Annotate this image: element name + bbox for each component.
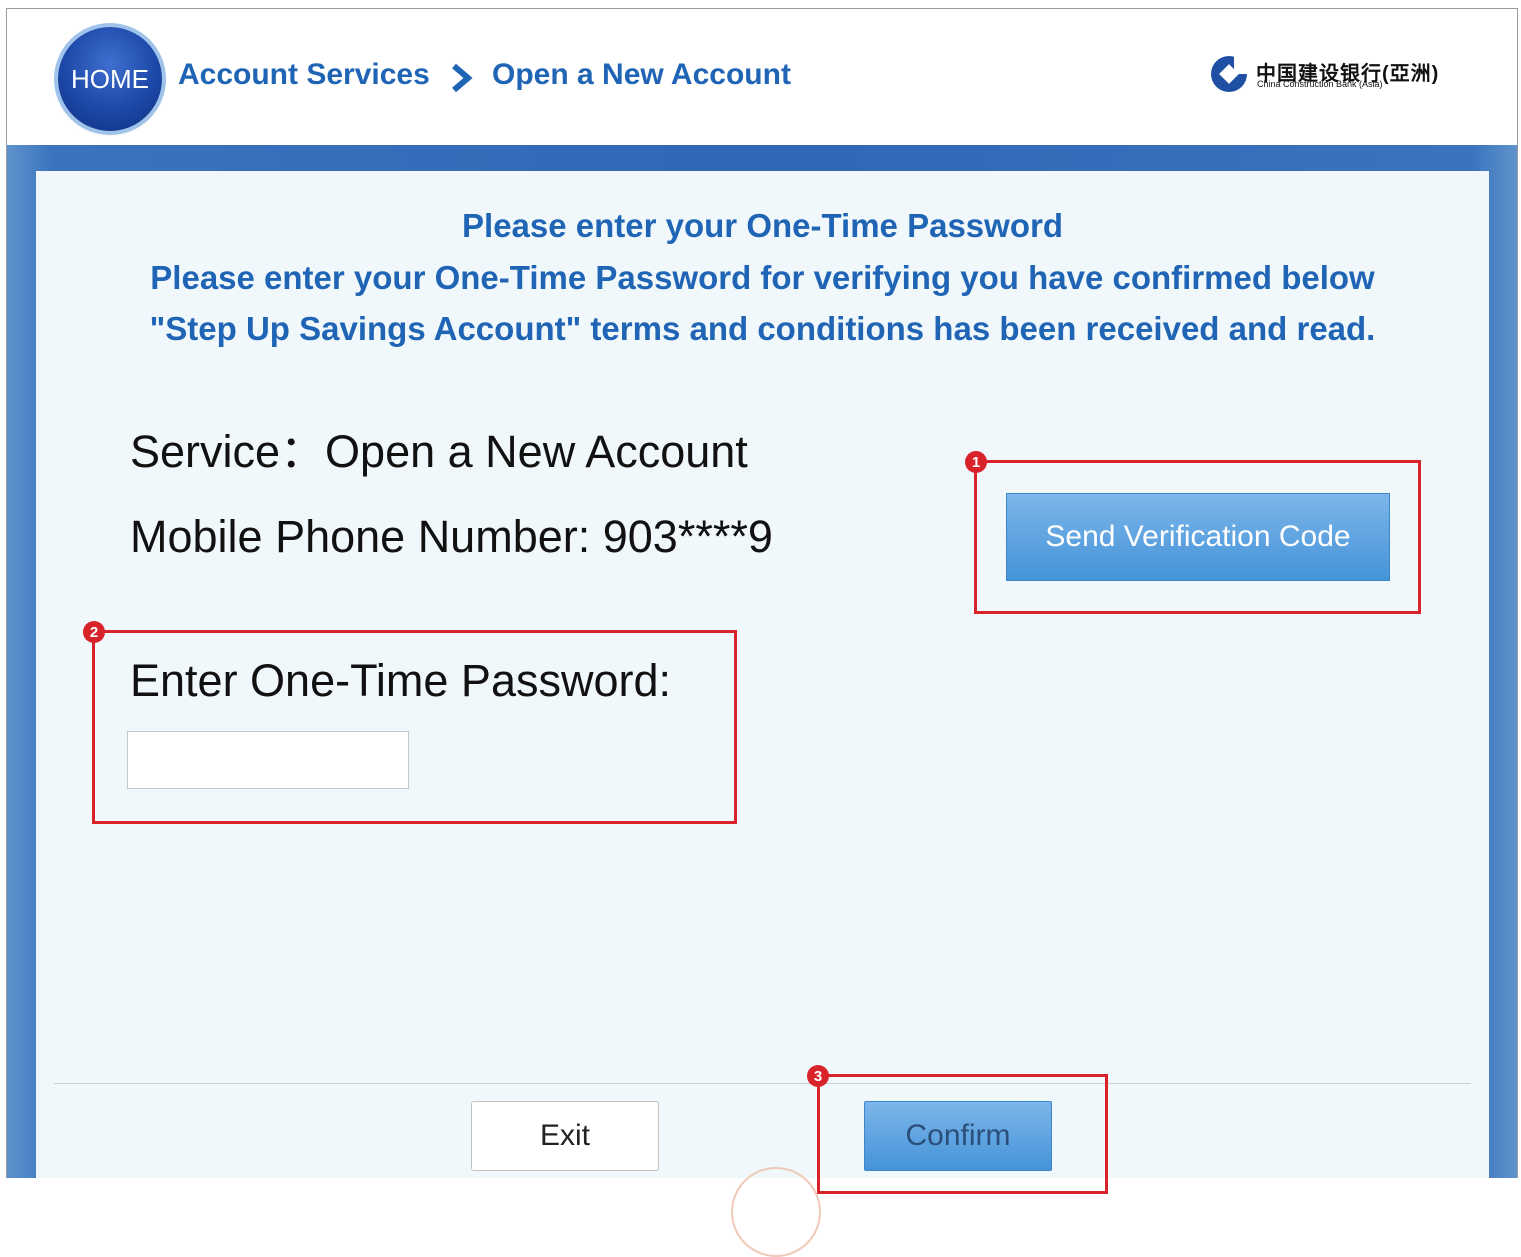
ccb-logo-icon	[1211, 55, 1248, 92]
marker-3: 3	[807, 1065, 829, 1087]
chevron-right-icon	[452, 63, 473, 93]
description-line-1: Please enter your One-Time Password for …	[150, 259, 1375, 296]
highlight-box-3	[817, 1074, 1108, 1194]
service-text: Service：Open a New Account	[130, 426, 748, 477]
breadcrumb-open-new-account[interactable]: Open a New Account	[492, 58, 791, 92]
page-heading: Please enter your One-Time Password	[462, 207, 1063, 244]
touch-cursor-indicator	[731, 1167, 821, 1257]
bank-name-english: China Construction Bank (Asia)	[1257, 79, 1383, 89]
mobile-number-text: Mobile Phone Number: 903****9	[130, 511, 773, 562]
breadcrumb-account-services[interactable]: Account Services	[178, 58, 430, 92]
home-button[interactable]: HOME	[58, 27, 162, 131]
footer-divider	[54, 1083, 1471, 1084]
highlight-box-2	[92, 630, 737, 824]
marker-1: 1	[965, 451, 987, 473]
description-line-2: "Step Up Savings Account" terms and cond…	[149, 310, 1376, 347]
exit-button[interactable]: Exit	[471, 1101, 659, 1171]
bank-logo: 中国建设银行(亞洲) China Construction Bank (Asia…	[1210, 55, 1460, 95]
highlight-box-1	[974, 460, 1421, 614]
marker-2: 2	[83, 621, 105, 643]
